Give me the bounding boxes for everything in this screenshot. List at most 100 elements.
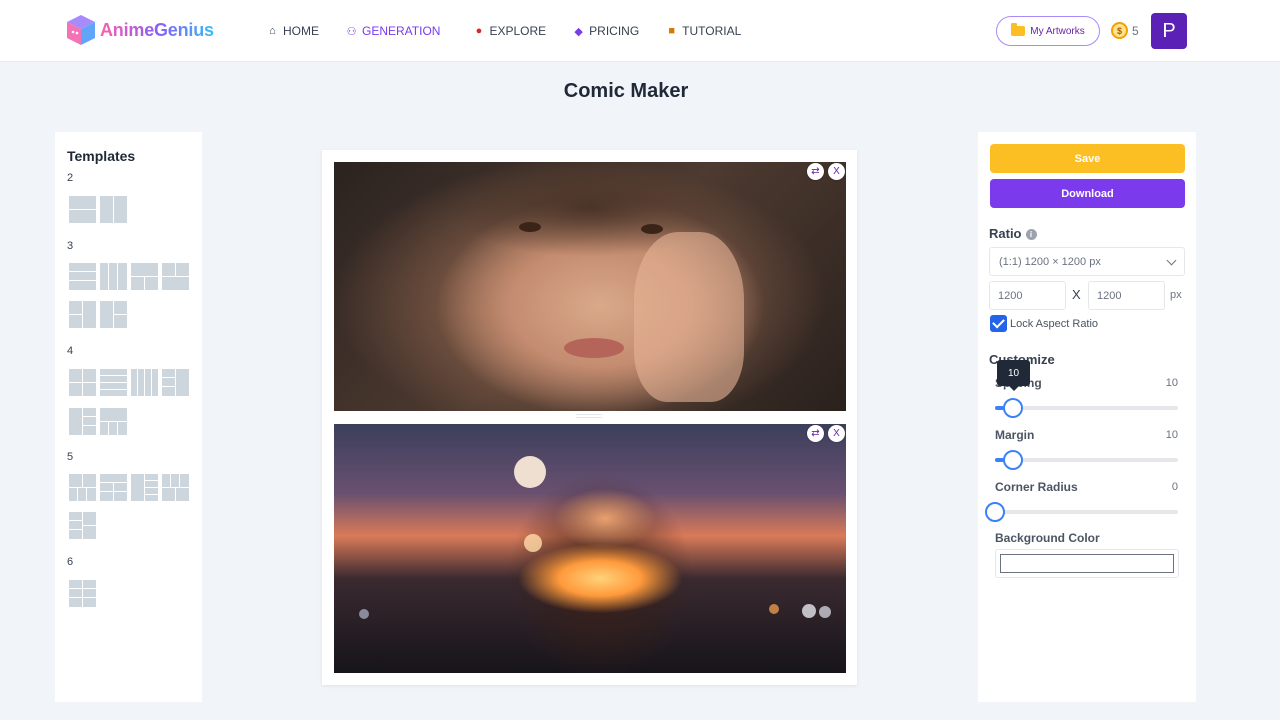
my-artworks-label: My Artworks <box>1030 25 1085 37</box>
logo-cube-icon <box>66 14 96 46</box>
panel-image-2[interactable]: ⇄ X <box>334 424 846 673</box>
coin-balance[interactable]: $ 5 <box>1111 22 1139 39</box>
template-4-mixed[interactable] <box>162 369 189 396</box>
margin-value: 10 <box>1165 429 1178 441</box>
robot-icon: ⚇ <box>346 25 357 38</box>
book-icon: ■ <box>668 25 675 37</box>
my-artworks-button[interactable]: My Artworks <box>996 16 1100 46</box>
template-6-grid[interactable] <box>69 580 96 607</box>
eye-right <box>641 224 663 234</box>
template-group-count: 5 <box>67 451 74 463</box>
unit-label: px <box>1170 289 1182 301</box>
close-icon[interactable]: X <box>828 163 845 180</box>
template-5-d[interactable] <box>162 474 189 501</box>
nav-explore-label: EXPLORE <box>489 24 547 38</box>
diamond-icon: ◆ <box>574 25 583 38</box>
template-3-right-split[interactable] <box>100 301 127 328</box>
coin-count: 5 <box>1132 23 1139 38</box>
nav-generation-label: GENERATION <box>362 24 441 38</box>
chevron-down-icon <box>1166 255 1177 266</box>
bokeh-light <box>514 456 546 488</box>
width-input[interactable]: 1200 <box>989 281 1066 310</box>
info-icon[interactable]: i <box>1025 229 1037 241</box>
times-symbol: X <box>1072 287 1081 302</box>
page-title: Comic Maker <box>563 80 689 102</box>
margin-slider-thumb[interactable] <box>1003 450 1023 470</box>
template-4-grid[interactable] <box>69 369 96 396</box>
spacing-slider-thumb[interactable] <box>1003 398 1023 418</box>
template-5-b[interactable] <box>100 474 127 501</box>
comic-canvas: ⇄ X ⇄ X <box>322 150 857 685</box>
ratio-heading: Ratio i <box>989 226 1037 241</box>
template-group-count: 4 <box>67 345 74 357</box>
template-3-top-split[interactable] <box>131 263 158 290</box>
replace-image-icon[interactable]: ⇄ <box>807 425 824 442</box>
logo[interactable]: AnimeGenius <box>66 14 214 46</box>
template-3-left-split[interactable] <box>69 301 96 328</box>
nav-pricing[interactable]: ◆ PRICING <box>572 24 639 38</box>
template-4-columns[interactable] <box>131 369 158 396</box>
spacing-slider[interactable] <box>995 398 1178 418</box>
top-header: AnimeGenius ⌂ HOME ⚇ GENERATION ● EXPLOR… <box>0 0 1280 62</box>
logo-text: AnimeGenius <box>100 19 214 40</box>
template-3-rows[interactable] <box>69 263 96 290</box>
download-button[interactable]: Download <box>990 179 1185 208</box>
nav-generation[interactable]: ⚇ GENERATION <box>345 24 441 38</box>
nav-home[interactable]: ⌂ HOME <box>266 24 319 38</box>
lock-aspect-checkbox[interactable] <box>990 315 1007 332</box>
template-group-count: 2 <box>67 172 74 184</box>
templates-panel: Templates 2 3 4 5 6 <box>55 132 202 702</box>
save-button[interactable]: Save <box>990 144 1185 173</box>
template-3-columns[interactable] <box>100 263 127 290</box>
home-icon: ⌂ <box>269 25 276 37</box>
height-input[interactable]: 1200 <box>1088 281 1165 310</box>
corner-radius-value: 0 <box>1171 481 1178 493</box>
panel-divider-handle[interactable] <box>576 414 602 418</box>
close-icon[interactable]: X <box>828 425 845 442</box>
template-2-horizontal[interactable] <box>69 196 96 223</box>
template-3-bottom-split[interactable] <box>162 263 189 290</box>
lips <box>564 338 624 358</box>
template-2-vertical[interactable] <box>100 196 127 223</box>
bokeh-light <box>819 606 831 618</box>
corner-radius-slider[interactable] <box>985 502 1178 522</box>
nav-pricing-label: PRICING <box>589 24 640 38</box>
nav-home-label: HOME <box>283 24 319 38</box>
bokeh-light <box>769 604 779 614</box>
template-5-c[interactable] <box>131 474 158 501</box>
ratio-label: Ratio <box>989 226 1022 241</box>
template-4-rows[interactable] <box>100 369 127 396</box>
background-color-picker[interactable] <box>995 549 1179 578</box>
nav-tutorial[interactable]: ■ TUTORIAL <box>665 24 741 38</box>
nav-explore[interactable]: ● EXPLORE <box>472 24 547 38</box>
replace-image-icon[interactable]: ⇄ <box>807 163 824 180</box>
folder-icon <box>1011 23 1026 36</box>
background-color-label: Background Color <box>995 531 1100 545</box>
avatar[interactable]: P <box>1151 13 1187 49</box>
template-5-e[interactable] <box>69 512 96 539</box>
spacing-tooltip: 10 <box>997 360 1030 391</box>
lock-aspect-label: Lock Aspect Ratio <box>1010 318 1099 330</box>
template-4-split[interactable] <box>100 408 127 435</box>
hand <box>634 232 744 402</box>
ratio-selected-value: (1:1) 1200 × 1200 px <box>999 255 1101 268</box>
margin-slider[interactable] <box>995 450 1178 470</box>
template-group-count: 6 <box>67 556 74 568</box>
corner-radius-label: Corner Radius <box>995 480 1078 494</box>
ratio-select[interactable]: (1:1) 1200 × 1200 px <box>989 247 1185 276</box>
bokeh-light <box>359 609 369 619</box>
background-color-swatch[interactable] <box>1000 554 1174 573</box>
templates-title: Templates <box>67 148 136 164</box>
eye-left <box>519 222 541 232</box>
pin-icon: ● <box>475 25 483 37</box>
corner-radius-slider-thumb[interactable] <box>985 502 1005 522</box>
spacing-value: 10 <box>1165 377 1178 389</box>
settings-panel: Save Download Ratio i (1:1) 1200 × 1200 p… <box>978 132 1196 702</box>
bokeh-light <box>802 604 816 618</box>
template-5-a[interactable] <box>69 474 96 501</box>
margin-label: Margin <box>995 428 1035 442</box>
template-4-big-left[interactable] <box>69 408 96 435</box>
panel-image-1[interactable]: ⇄ X <box>334 162 846 411</box>
coin-icon: $ <box>1111 22 1128 39</box>
main-nav: ⌂ HOME ⚇ GENERATION ● EXPLORE ◆ PRICING … <box>266 0 741 62</box>
